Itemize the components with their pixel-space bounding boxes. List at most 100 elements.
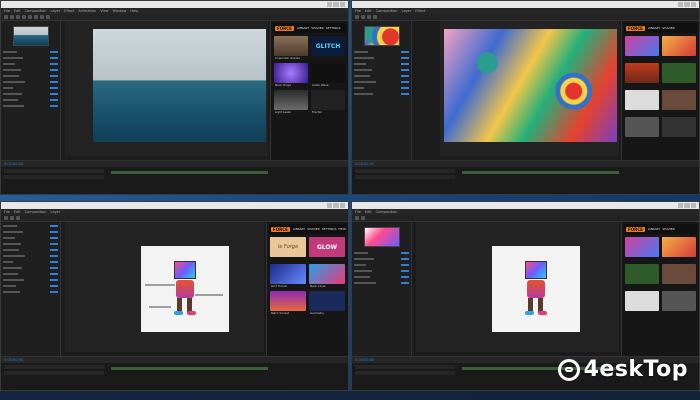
menu-edit[interactable]: Edit: [365, 210, 372, 214]
preset-tile[interactable]: Geometry: [309, 291, 345, 315]
layer-duration-bar[interactable]: [462, 171, 619, 174]
property-row[interactable]: [3, 62, 58, 66]
tab-library[interactable]: LIBRARY: [648, 227, 660, 231]
rotate-tool-icon[interactable]: [22, 15, 26, 19]
tab-help[interactable]: HELP: [339, 227, 347, 231]
timeline-layer[interactable]: [4, 371, 104, 375]
menu-file[interactable]: File: [4, 210, 10, 214]
menu-layer[interactable]: Layer: [51, 210, 61, 214]
zoom-tool-icon[interactable]: [16, 15, 20, 19]
property-row[interactable]: [3, 74, 58, 78]
menu-edit[interactable]: Edit: [14, 9, 21, 13]
property-row[interactable]: [3, 104, 58, 108]
brush-tool-icon[interactable]: [46, 15, 50, 19]
tab-shader[interactable]: SHADER: [662, 227, 675, 231]
menu-effect[interactable]: Effect: [64, 9, 74, 13]
timeline-layer[interactable]: [355, 169, 455, 173]
window-controls[interactable]: [678, 2, 696, 7]
preset-tile[interactable]: [625, 237, 659, 257]
property-row[interactable]: [354, 263, 409, 267]
menu-window[interactable]: Window: [113, 9, 127, 13]
zoom-tool-icon[interactable]: [367, 15, 371, 19]
timecode[interactable]: 0:00:00:00: [4, 162, 23, 166]
property-row[interactable]: [354, 92, 409, 96]
window-controls[interactable]: [327, 2, 345, 7]
property-row[interactable]: [354, 86, 409, 90]
composition-viewer[interactable]: [65, 222, 264, 352]
timecode[interactable]: 0:00:00:00: [355, 358, 374, 362]
property-row[interactable]: [3, 230, 58, 234]
property-row[interactable]: [354, 56, 409, 60]
property-row[interactable]: [3, 68, 58, 72]
menu-file[interactable]: File: [355, 9, 361, 13]
preset-tile[interactable]: [662, 90, 696, 110]
menu-composition[interactable]: Composition: [376, 210, 398, 214]
select-tool-icon[interactable]: [355, 216, 359, 220]
preset-tile[interactable]: [662, 63, 696, 83]
timeline-layer[interactable]: [4, 169, 104, 173]
property-row[interactable]: [354, 257, 409, 261]
menu-animation[interactable]: Animation: [78, 9, 96, 13]
preset-tile[interactable]: Retro Sunset: [270, 291, 306, 315]
tab-settings[interactable]: SETTINGS: [322, 227, 337, 231]
project-thumbnail[interactable]: [12, 26, 49, 46]
window-controls[interactable]: [327, 203, 345, 208]
menu-composition[interactable]: Composition: [25, 9, 47, 13]
menu-edit[interactable]: Edit: [14, 210, 21, 214]
property-row[interactable]: [3, 242, 58, 246]
menu-file[interactable]: File: [4, 9, 10, 13]
tab-settings[interactable]: SETTINGS: [326, 26, 341, 30]
select-tool-icon[interactable]: [355, 15, 359, 19]
window-controls[interactable]: [678, 203, 696, 208]
property-row[interactable]: [3, 56, 58, 60]
composition-viewer[interactable]: [440, 21, 619, 156]
property-row[interactable]: [354, 62, 409, 66]
menu-composition[interactable]: Composition: [25, 210, 47, 214]
preset-tile[interactable]: [625, 90, 659, 110]
preset-tile[interactable]: [625, 63, 659, 83]
property-row[interactable]: [3, 284, 58, 288]
menu-layer[interactable]: Layer: [51, 9, 61, 13]
property-row[interactable]: [3, 290, 58, 294]
preset-tile[interactable]: [662, 36, 696, 56]
select-tool-icon[interactable]: [4, 15, 8, 19]
tab-shader[interactable]: SHADER: [307, 227, 320, 231]
preset-tile[interactable]: Neon Rings: [274, 63, 308, 87]
menu-help[interactable]: Help: [130, 9, 138, 13]
pen-tool-icon[interactable]: [373, 15, 377, 19]
tab-shader[interactable]: SHADER: [311, 26, 324, 30]
pen-tool-icon[interactable]: [34, 15, 38, 19]
text-tool-icon[interactable]: [40, 15, 44, 19]
preset-tile[interactable]: GLOW: [309, 237, 345, 257]
camera-tool-icon[interactable]: [28, 15, 32, 19]
layer-duration-bar[interactable]: [111, 367, 268, 370]
preset-tile[interactable]: [662, 117, 696, 137]
project-thumbnail[interactable]: [363, 227, 400, 247]
property-row[interactable]: [3, 254, 58, 258]
tab-shader[interactable]: SHADER: [662, 26, 675, 30]
preset-tile[interactable]: [662, 264, 696, 284]
tab-library[interactable]: LIBRARY: [297, 26, 309, 30]
tab-library[interactable]: LIBRARY: [648, 26, 660, 30]
menu-effect[interactable]: Effect: [415, 9, 425, 13]
preset-tile[interactable]: [662, 237, 696, 257]
property-row[interactable]: [3, 224, 58, 228]
preset-tile[interactable]: Neon Lines: [309, 264, 345, 288]
property-row[interactable]: [3, 236, 58, 240]
zoom-tool-icon[interactable]: [16, 216, 20, 220]
timeline-layer[interactable]: [355, 365, 455, 369]
hand-tool-icon[interactable]: [10, 216, 14, 220]
preset-tile[interactable]: [625, 264, 659, 284]
preset-tile[interactable]: le Forge: [270, 237, 306, 257]
property-row[interactable]: [3, 248, 58, 252]
project-thumbnail[interactable]: [363, 26, 400, 46]
menu-file[interactable]: File: [355, 210, 361, 214]
preset-tile[interactable]: [625, 36, 659, 56]
timeline-layer[interactable]: [355, 175, 455, 179]
property-row[interactable]: [354, 251, 409, 255]
preset-tile[interactable]: GLITCH: [311, 36, 345, 56]
timeline-layer[interactable]: [4, 365, 104, 369]
property-row[interactable]: [3, 86, 58, 90]
property-row[interactable]: [3, 266, 58, 270]
preset-tile[interactable]: [662, 291, 696, 311]
